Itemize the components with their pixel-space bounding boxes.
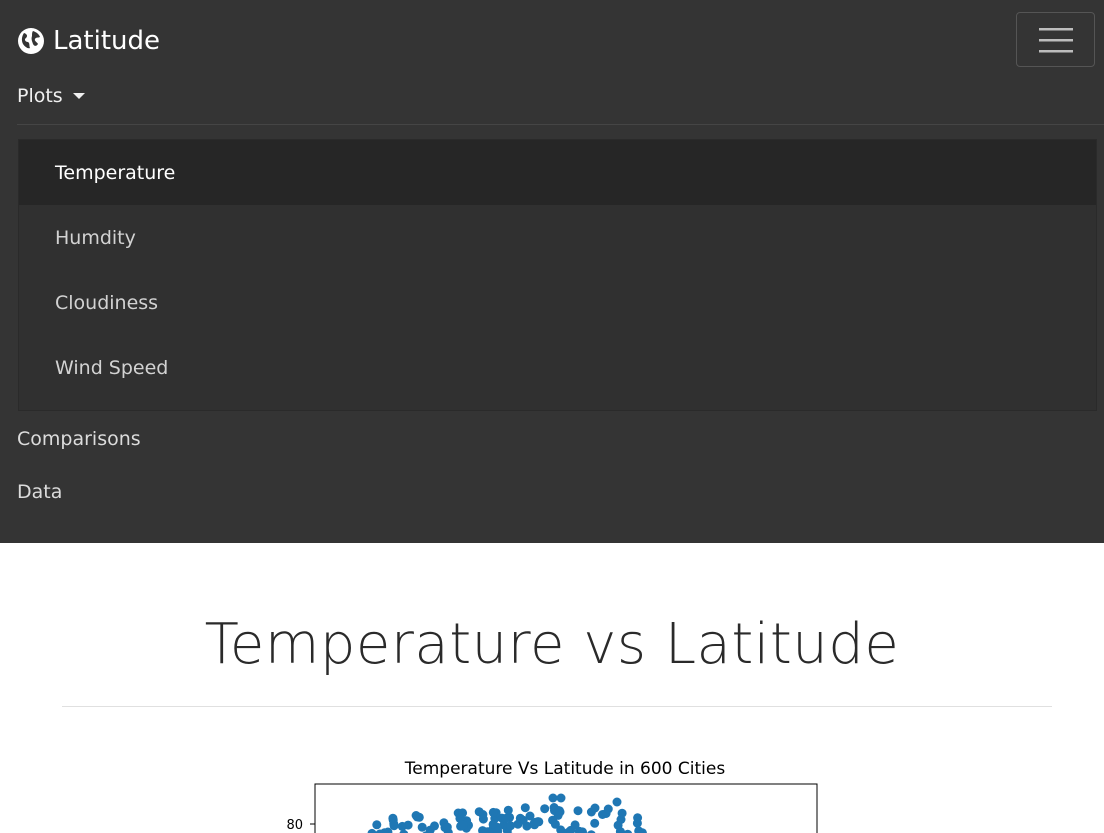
dropdown-item-cloudiness[interactable]: Cloudiness [19,270,1096,335]
brand-link[interactable]: Latitude [17,24,160,58]
nav-link-label: Data [17,481,63,503]
scatter-point [533,817,543,827]
scatter-point [442,822,452,832]
scatter-point [617,808,627,818]
dropdown-item-label: Cloudiness [55,291,159,314]
scatter-point [556,793,566,803]
nav-link-comparisons[interactable]: Comparisons [17,428,141,450]
scatter-point [372,820,382,830]
scatter-point [632,818,642,828]
dropdown-item-temperature[interactable]: Temperature [19,140,1096,205]
dropdown-item-wind-speed[interactable]: Wind Speed [19,335,1096,400]
scatter-point [403,820,413,830]
scatter-point [417,822,427,832]
scatter-point [515,813,525,823]
scatter-point [603,804,613,814]
chart-title: Temperature Vs Latitude in 600 Cities [404,759,726,779]
scatter-point [367,828,377,833]
scatter-point [478,826,488,833]
scatter-point [458,820,468,830]
scatter-point [520,803,530,813]
caret-down-icon [72,93,85,99]
heading-divider [62,706,1052,707]
scatter-point [540,804,550,814]
y-tick-label: 80 [286,818,303,833]
scatter-point [573,806,583,816]
scatter-point [474,807,484,817]
scatter-points [367,793,647,833]
dropdown-item-label: Humdity [55,226,136,249]
scatter-point [411,811,421,820]
scatter-point [501,813,511,823]
scatter-point [389,821,399,831]
scatter-point [548,815,558,825]
scatter-plot-image: Temperature Vs Latitude in 600 Cities 80 [286,759,818,833]
scatter-point [525,811,535,821]
scatter-point [488,807,498,817]
nav-link-label: Comparisons [17,428,141,450]
scatter-point [548,793,558,803]
plots-dropdown-toggle[interactable]: Plots [17,85,85,107]
dropdown-item-humidity[interactable]: Humdity [19,205,1096,270]
dropdown-item-label: Wind Speed [55,356,169,379]
brand-label: Latitude [53,26,161,56]
nav-divider [17,124,1104,125]
plots-dropdown-menu: Temperature Humdity Cloudiness Wind Spee… [18,139,1097,411]
globe-icon [18,28,44,54]
scatter-point [570,820,580,830]
navbar: Latitude Plots Temperature Humdity Cloud… [0,0,1104,543]
scatter-point [612,797,622,807]
scatter-point [430,821,439,831]
scatter-point [503,805,513,815]
dropdown-item-label: Temperature [55,161,176,184]
scatter-point [506,821,516,831]
scatter-point [590,803,600,813]
scatter-point [555,807,565,817]
page-title: Temperature vs Latitude [204,612,900,677]
nav-link-data[interactable]: Data [17,481,62,503]
navbar-toggler-button[interactable] [1016,12,1095,67]
plots-label: Plots [17,85,63,107]
scatter-point [590,818,600,828]
hamburger-icon [1038,27,1073,52]
